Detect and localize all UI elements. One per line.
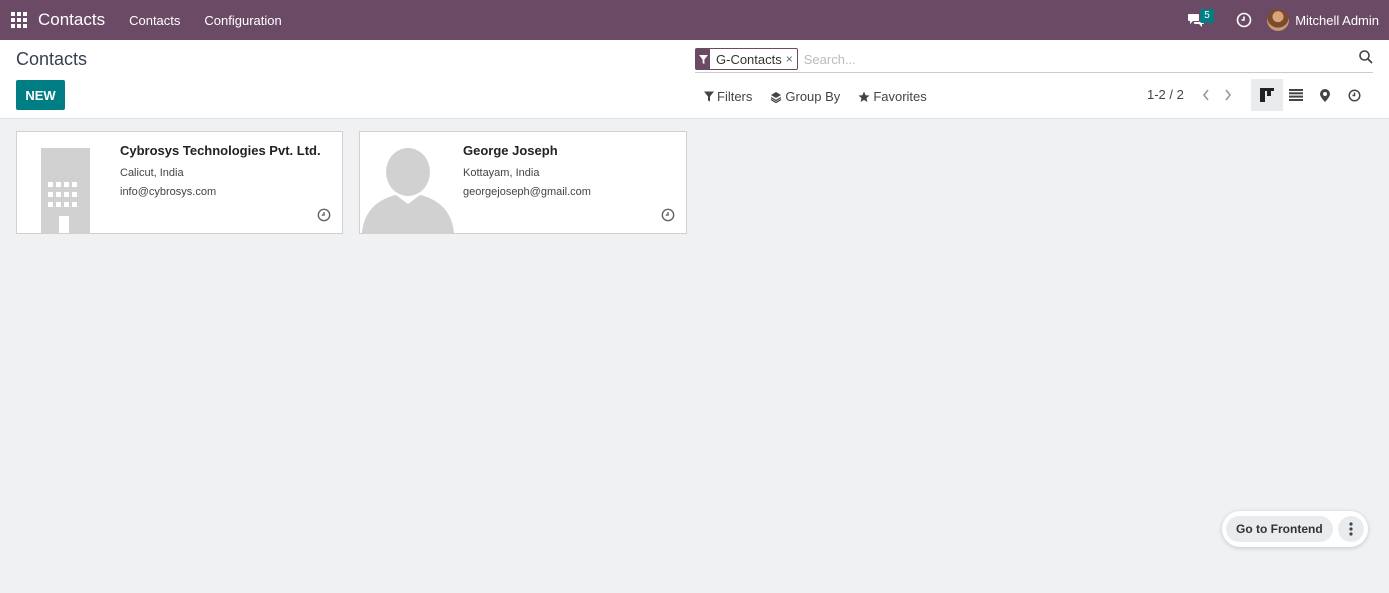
control-panel: Contacts NEW G-Contacts × Filters Group … xyxy=(0,40,1389,119)
pager-next-icon[interactable] xyxy=(1217,87,1239,103)
top-navbar: Contacts Contacts Configuration 5 Mitche… xyxy=(0,0,1389,40)
messaging-icon[interactable]: 5 xyxy=(1181,0,1214,40)
search-icon[interactable] xyxy=(1359,50,1373,69)
view-switcher xyxy=(1251,79,1367,111)
activity-view-icon[interactable] xyxy=(1338,79,1370,111)
contact-name: George Joseph xyxy=(463,143,558,158)
pager-previous-icon[interactable] xyxy=(1195,87,1217,103)
menu-configuration[interactable]: Configuration xyxy=(204,13,281,28)
activity-clock-icon[interactable] xyxy=(661,208,675,227)
menu-contacts[interactable]: Contacts xyxy=(129,13,180,28)
group-by-label: Group By xyxy=(785,89,841,104)
filters-label: Filters xyxy=(717,89,753,104)
favorites-button[interactable]: Favorites xyxy=(858,89,927,104)
page-title: Contacts xyxy=(16,49,88,69)
star-icon xyxy=(858,91,870,102)
contact-email: info@cybrosys.com xyxy=(120,186,217,198)
user-avatar[interactable] xyxy=(1267,9,1290,31)
contact-location: Kottayam, India xyxy=(463,167,540,179)
map-view-icon[interactable] xyxy=(1309,79,1341,111)
search-bar: G-Contacts × xyxy=(695,46,1373,73)
company-placeholder-icon xyxy=(17,132,113,233)
favorites-label: Favorites xyxy=(873,89,927,104)
funnel-icon xyxy=(704,91,714,102)
message-count-badge: 5 xyxy=(1200,9,1214,23)
layers-icon xyxy=(771,91,782,103)
apps-menu-icon[interactable] xyxy=(0,0,38,40)
pager-value[interactable]: 1-2 / 2 xyxy=(1147,87,1184,102)
pager-nav xyxy=(1195,87,1239,103)
user-name[interactable]: Mitchell Admin xyxy=(1295,13,1379,28)
search-facet: G-Contacts × xyxy=(695,48,798,70)
contact-card[interactable]: George Joseph Kottayam, India georgejose… xyxy=(359,131,687,234)
filter-icon xyxy=(696,49,710,69)
kanban-view-icon[interactable] xyxy=(1251,79,1283,111)
search-options: Filters Group By Favorites xyxy=(704,89,945,104)
more-options-icon[interactable] xyxy=(1337,516,1364,542)
contact-location: Calicut, India xyxy=(120,167,184,179)
contact-email: georgejoseph@gmail.com xyxy=(463,186,591,198)
group-by-button[interactable]: Group By xyxy=(770,89,840,104)
list-view-icon[interactable] xyxy=(1280,79,1312,111)
new-button[interactable]: NEW xyxy=(16,80,65,110)
activity-clock-icon[interactable] xyxy=(317,208,331,227)
contact-name: Cybrosys Technologies Pvt. Ltd. xyxy=(120,143,321,158)
app-name[interactable]: Contacts xyxy=(38,10,105,30)
facet-remove-icon[interactable]: × xyxy=(786,52,797,66)
search-input[interactable] xyxy=(803,51,1373,67)
facet-value: G-Contacts xyxy=(716,51,782,67)
frontend-bar: Go to Frontend xyxy=(1222,511,1368,547)
filters-button[interactable]: Filters xyxy=(704,89,752,104)
contact-card[interactable]: Cybrosys Technologies Pvt. Ltd. Calicut,… xyxy=(16,131,343,234)
activity-clock-icon[interactable] xyxy=(1229,0,1259,40)
person-placeholder-icon xyxy=(360,132,456,233)
go-to-frontend-button[interactable]: Go to Frontend xyxy=(1226,516,1333,542)
